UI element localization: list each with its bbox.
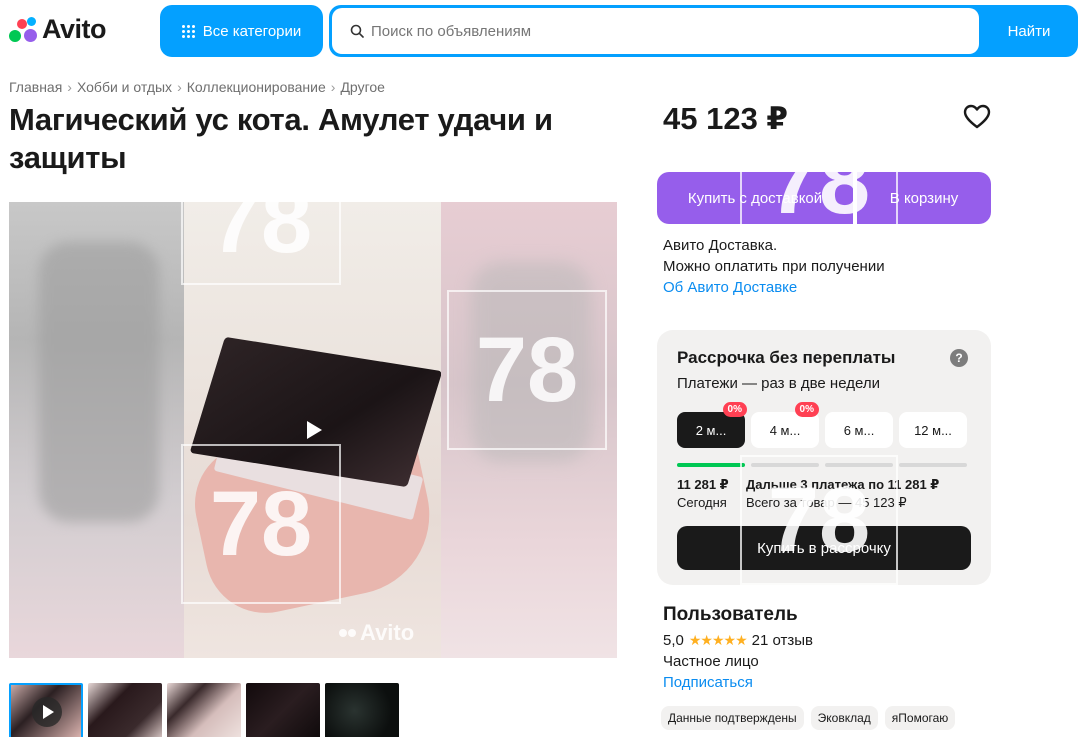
add-to-cart-button[interactable]: В корзину — [857, 172, 991, 224]
delivery-line-1: Авито Доставка. — [663, 237, 778, 254]
avito-logo[interactable]: Avito — [8, 14, 107, 45]
avito-watermark-text: Avito — [360, 620, 415, 645]
term-label: 2 м... — [695, 422, 727, 438]
term-label: 6 м... — [843, 422, 875, 438]
term-label: 12 м... — [914, 422, 952, 438]
search-field[interactable] — [332, 8, 979, 54]
zero-percent-badge: 0% — [794, 402, 819, 417]
breadcrumb: Главная › Хобби и отдых › Коллекциониров… — [9, 79, 385, 95]
rating-value: 5,0 — [663, 632, 684, 649]
total-text: Всего за товар — 45 123 ₽ — [746, 495, 907, 510]
watermark-78: 78 — [181, 444, 341, 604]
logo-dots-icon — [8, 15, 38, 45]
buy-installment-button[interactable]: Купить в рассрочку — [677, 526, 971, 570]
first-payment-amount: 11 281 ₽ — [677, 477, 729, 492]
term-label: 4 м... — [769, 422, 801, 438]
term-option[interactable]: 6 м... — [825, 412, 893, 448]
photo-gallery[interactable]: 78 78 78 Avito — [9, 202, 617, 658]
subscribe-link[interactable]: Подписаться — [663, 674, 753, 691]
watermark-78: 78 — [447, 290, 607, 450]
payment-progress — [677, 463, 967, 467]
breadcrumb-separator-icon: › — [177, 79, 182, 95]
next-payments-text: Дальше 3 платежа по 11 281 ₽ — [746, 477, 940, 492]
breadcrumb-collecting[interactable]: Коллекционирование — [187, 79, 326, 95]
avito-watermark-dots-icon — [339, 629, 356, 637]
help-icon[interactable]: ? — [950, 349, 968, 367]
search-button[interactable]: Найти — [980, 5, 1078, 57]
first-payment-when: Сегодня — [677, 495, 727, 510]
delivery-line-2: Можно оплатить при получении — [663, 258, 885, 275]
next-payments: Дальше 3 платежа по 11 281 ₽ Всего за то… — [746, 476, 939, 512]
installment-terms: 2 м... 0% 4 м... 0% 6 м... 12 м... — [677, 402, 967, 448]
seller-name[interactable]: Пользователь — [663, 604, 798, 626]
price: 45 123 ₽ — [663, 101, 788, 136]
logo-text: Avito — [42, 14, 107, 44]
installment-subtitle: Платежи — раз в две недели — [677, 375, 880, 392]
search-bar: Найти — [329, 5, 1078, 57]
seller-rating[interactable]: 5,0 ★★★★★ 21 отзыв — [663, 632, 813, 649]
search-input[interactable] — [371, 22, 951, 40]
header: Avito Все категории Найти — [0, 0, 1087, 62]
thumbnail-strip — [9, 683, 399, 737]
reviews-count: 21 отзыв — [751, 632, 813, 649]
all-categories-button[interactable]: Все категории — [160, 5, 323, 57]
thumbnail-photo[interactable] — [88, 683, 162, 737]
installment-title: Рассрочка без переплаты — [677, 348, 896, 367]
play-icon — [32, 697, 62, 727]
avito-watermark: Avito — [339, 620, 414, 646]
badge-yahelp[interactable]: яПомогаю — [884, 706, 956, 730]
buy-with-delivery-button[interactable]: Купить с доставкой — [657, 172, 853, 224]
seller-type: Частное лицо — [663, 653, 759, 670]
search-icon — [350, 24, 364, 38]
seller-badges: Данные подтверждены Эковклад яПомогаю — [661, 706, 956, 730]
progress-segment — [751, 463, 819, 467]
play-icon[interactable] — [307, 421, 322, 439]
thumbnail-video[interactable] — [9, 683, 83, 737]
breadcrumb-separator-icon: › — [67, 79, 72, 95]
progress-segment — [899, 463, 967, 467]
all-categories-label: Все категории — [202, 22, 302, 40]
watermark-78: 78 — [181, 202, 341, 285]
listing-title: Магический ус кота. Амулет удачи и защит… — [9, 102, 553, 175]
thumbnail-photo[interactable] — [325, 683, 399, 737]
about-delivery-link[interactable]: Об Авито Доставке — [663, 277, 885, 298]
badge-verified[interactable]: Данные подтверждены — [661, 706, 804, 730]
breadcrumb-home[interactable]: Главная — [9, 79, 62, 95]
breadcrumb-other[interactable]: Другое — [340, 79, 384, 95]
breadcrumb-hobby[interactable]: Хобби и отдых — [77, 79, 172, 95]
first-payment: 11 281 ₽ Сегодня — [677, 476, 729, 512]
grid-icon — [181, 24, 195, 38]
heart-icon[interactable] — [963, 103, 991, 131]
progress-segment — [677, 463, 745, 467]
badge-ecodeposit[interactable]: Эковклад — [810, 706, 878, 730]
thumbnail-photo[interactable] — [167, 683, 241, 737]
delivery-info: Авито Доставка. Можно оплатить при получ… — [663, 235, 885, 298]
zero-percent-badge: 0% — [722, 402, 747, 417]
term-option[interactable]: 12 м... — [899, 412, 967, 448]
gallery-blur-left — [9, 202, 184, 658]
term-option[interactable]: 2 м... 0% — [677, 402, 747, 448]
installment-card: Рассрочка без переплаты ? Платежи — раз … — [657, 330, 991, 585]
progress-segment — [825, 463, 893, 467]
star-icon: ★★★★★ — [688, 632, 748, 648]
breadcrumb-separator-icon: › — [330, 79, 336, 95]
term-option[interactable]: 4 м... 0% — [751, 402, 819, 448]
thumbnail-photo[interactable] — [246, 683, 320, 737]
